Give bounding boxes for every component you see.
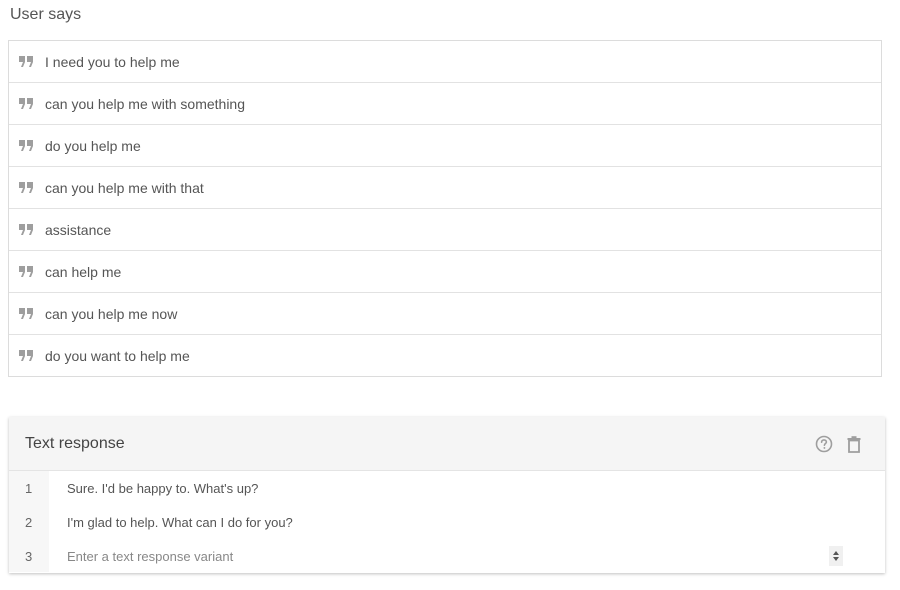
phrase-text[interactable]: can you help me now xyxy=(45,306,177,322)
quote-icon xyxy=(19,223,33,236)
quote-icon xyxy=(19,181,33,194)
variant-number: 2 xyxy=(25,514,33,530)
spinner-up-icon[interactable] xyxy=(833,551,839,555)
phrase-text[interactable]: can help me xyxy=(45,264,121,280)
quote-icon xyxy=(19,55,33,68)
phrase-text[interactable]: do you help me xyxy=(45,138,141,154)
phrase-text[interactable]: can you help me with something xyxy=(45,96,245,112)
phrase-row[interactable]: do you help me xyxy=(9,125,881,167)
phrase-row[interactable]: can you help me now xyxy=(9,293,881,335)
user-says-title: User says xyxy=(10,6,82,23)
phrase-row[interactable]: can you help me with that xyxy=(9,167,881,209)
new-variant-input[interactable] xyxy=(67,545,827,567)
phrase-row[interactable]: assistance xyxy=(9,209,881,251)
help-icon[interactable] xyxy=(815,435,833,453)
new-variant-row[interactable]: 3 xyxy=(9,539,885,573)
text-response-header: Text response xyxy=(9,417,885,471)
variant-number: 3 xyxy=(25,548,33,564)
phrase-row[interactable]: I need you to help me xyxy=(9,41,881,83)
spinner-down-icon[interactable] xyxy=(833,557,839,561)
variant-text[interactable]: Sure. I'd be happy to. What's up? xyxy=(67,481,258,496)
phrase-text[interactable]: can you help me with that xyxy=(45,180,204,196)
phrase-row[interactable]: can help me xyxy=(9,251,881,293)
variant-number: 1 xyxy=(25,480,33,496)
phrase-text[interactable]: I need you to help me xyxy=(45,54,180,70)
quote-icon xyxy=(19,265,33,278)
text-response-title: Text response xyxy=(25,434,125,452)
quote-icon xyxy=(19,307,33,320)
phrase-row[interactable]: can you help me with something xyxy=(9,83,881,125)
text-response-body: 1 Sure. I'd be happy to. What's up? 2 I'… xyxy=(9,471,885,572)
quote-icon xyxy=(19,349,33,362)
quote-icon xyxy=(19,139,33,152)
phrase-list: I need you to help me can you help me wi… xyxy=(8,40,882,377)
trash-icon[interactable] xyxy=(845,435,863,453)
quote-icon xyxy=(19,97,33,110)
variant-text[interactable]: I'm glad to help. What can I do for you? xyxy=(67,515,293,530)
phrase-row[interactable]: do you want to help me xyxy=(9,335,881,376)
phrase-text[interactable]: do you want to help me xyxy=(45,348,190,364)
resize-spinner[interactable] xyxy=(829,546,843,566)
header-icons xyxy=(815,435,863,453)
response-variant-row[interactable]: 2 I'm glad to help. What can I do for yo… xyxy=(9,505,885,539)
text-response-card: Text response 1 Sure. I'd be happy to. W… xyxy=(9,417,885,573)
response-variant-row[interactable]: 1 Sure. I'd be happy to. What's up? xyxy=(9,471,885,505)
phrase-text[interactable]: assistance xyxy=(45,222,111,238)
